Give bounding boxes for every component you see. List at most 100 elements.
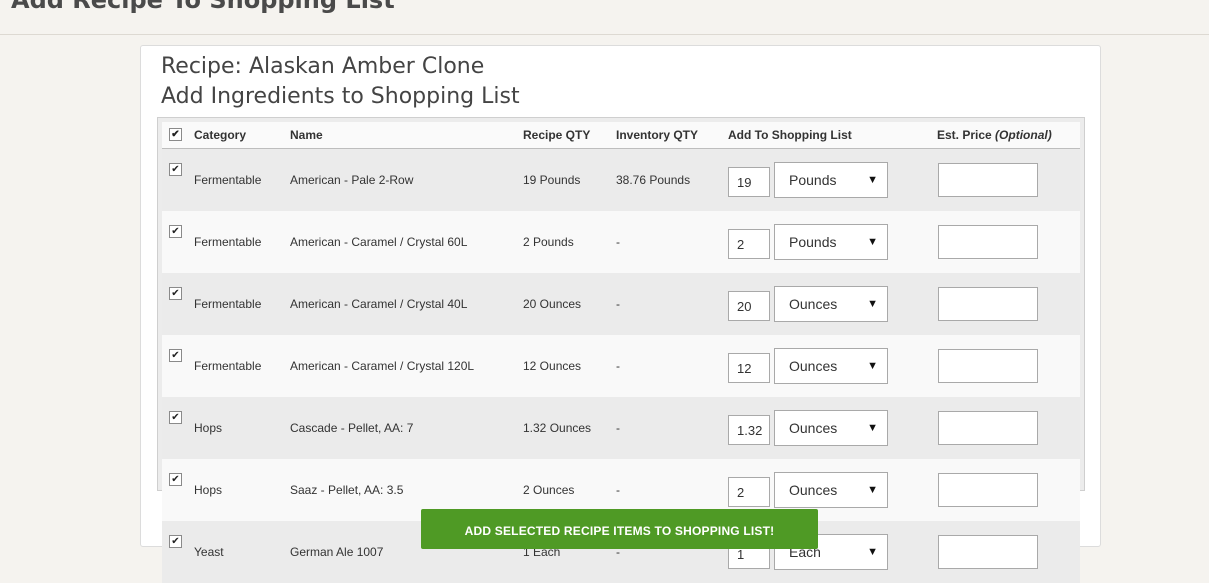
dropdown-arrow-icon: ▼ [867,546,878,558]
unit-select[interactable]: Ounces ▼ [774,348,888,384]
cell-category: Fermentable [194,335,290,397]
cell-name: American - Pale 2-Row [290,148,523,211]
table-row: ✔ Hops Cascade - Pellet, AA: 7 1.32 Ounces -… [162,397,1080,459]
row-select-cell[interactable]: ✔ [162,459,194,521]
table-row: ✔ Fermentable American - Pale 2-Row 19 Poun… [162,148,1080,211]
cell-price [937,335,1080,397]
cell-recipe-qty: 2 Pounds [523,211,616,273]
cell-inventory-qty: - [616,211,728,273]
cell-category: Fermentable [194,211,290,273]
cell-price [937,148,1080,211]
select-all-header[interactable]: ✔ [162,122,194,149]
table-row: ✔ Fermentable American - Caramel / Crystal… [162,211,1080,273]
header-recipe-qty: Recipe QTY [523,122,616,149]
cell-inventory-qty: - [616,397,728,459]
price-input[interactable] [938,225,1038,259]
dropdown-arrow-icon: ▼ [867,422,878,434]
price-input[interactable] [938,287,1038,321]
unit-select-value: Ounces [789,296,838,312]
unit-select[interactable]: Ounces ▼ [774,410,888,446]
cell-category: Yeast [194,521,290,583]
unit-select[interactable]: Pounds ▼ [774,224,888,260]
quantity-input[interactable] [728,415,770,445]
title-divider [0,34,1209,35]
unit-select[interactable]: Ounces ▼ [774,286,888,322]
dropdown-arrow-icon: ▼ [867,298,878,310]
header-category: Category [194,122,290,149]
unit-select-value: Ounces [789,420,838,436]
row-checkbox[interactable]: ✔ [169,287,182,300]
cell-category: Fermentable [194,273,290,335]
quantity-input[interactable] [728,229,770,259]
cell-price [937,273,1080,335]
add-to-shopping-list-button[interactable]: ADD SELECTED RECIPE ITEMS TO SHOPPING LI… [421,509,818,549]
quantity-input[interactable] [728,291,770,321]
cell-category: Fermentable [194,148,290,211]
row-checkbox[interactable]: ✔ [169,411,182,424]
quantity-input[interactable] [728,477,770,507]
unit-select-value: Ounces [789,482,838,498]
row-select-cell[interactable]: ✔ [162,521,194,583]
row-checkbox[interactable]: ✔ [169,349,182,362]
row-checkbox[interactable]: ✔ [169,535,182,548]
unit-select-value: Ounces [789,358,838,374]
price-input[interactable] [938,349,1038,383]
cell-name: Cascade - Pellet, AA: 7 [290,397,523,459]
cell-add-to-list: Pounds ▼ [728,148,937,211]
header-add-to-list: Add To Shopping List [728,122,937,149]
recipe-card: Recipe: Alaskan Amber Clone Add Ingredie… [140,45,1101,583]
row-select-cell[interactable]: ✔ [162,273,194,335]
select-all-checkbox[interactable]: ✔ [169,127,182,141]
unit-select[interactable]: Pounds ▼ [774,162,888,198]
quantity-input[interactable] [728,353,770,383]
unit-select[interactable]: Ounces ▼ [774,472,888,508]
price-input[interactable] [938,163,1038,197]
row-select-cell[interactable]: ✔ [162,335,194,397]
recipe-subheading: Add Ingredients to Shopping List [161,84,520,109]
header-name: Name [290,122,523,149]
cell-category: Hops [194,459,290,521]
table-row: ✔ Fermentable American - Caramel / Crystal… [162,335,1080,397]
dropdown-arrow-icon: ▼ [867,174,878,186]
cell-recipe-qty: 20 Ounces [523,273,616,335]
dropdown-arrow-icon: ▼ [867,236,878,248]
cell-recipe-qty: 1.32 Ounces [523,397,616,459]
price-input[interactable] [938,411,1038,445]
cell-add-to-list: Ounces ▼ [728,397,937,459]
unit-select-value: Pounds [789,172,837,188]
row-checkbox[interactable]: ✔ [169,473,182,486]
cell-name: American - Caramel / Crystal 120L [290,335,523,397]
cell-inventory-qty: - [616,273,728,335]
dropdown-arrow-icon: ▼ [867,484,878,496]
row-checkbox[interactable]: ✔ [169,163,182,176]
header-inventory-qty: Inventory QTY [616,122,728,149]
ingredients-table-container: ✔ Category Name Recipe QTY Inventory QTY… [157,117,1085,583]
row-select-cell[interactable]: ✔ [162,211,194,273]
cell-add-to-list: Pounds ▼ [728,211,937,273]
quantity-input[interactable] [728,167,770,197]
table-row: ✔ Fermentable American - Caramel / Crystal… [162,273,1080,335]
cell-price [937,521,1080,583]
cell-inventory-qty: - [616,335,728,397]
recipe-heading: Recipe: Alaskan Amber Clone [161,54,485,79]
cell-price [937,211,1080,273]
cell-name: American - Caramel / Crystal 60L [290,211,523,273]
price-input[interactable] [938,535,1038,569]
dropdown-arrow-icon: ▼ [867,360,878,372]
cell-category: Hops [194,397,290,459]
unit-select-value: Pounds [789,234,837,250]
cell-price [937,459,1080,521]
row-select-cell[interactable]: ✔ [162,397,194,459]
cell-name: American - Caramel / Crystal 40L [290,273,523,335]
page-title: Add Recipe To Shopping List [11,0,395,14]
cell-recipe-qty: 12 Ounces [523,335,616,397]
row-select-cell[interactable]: ✔ [162,148,194,211]
row-checkbox[interactable]: ✔ [169,225,182,238]
cell-add-to-list: Ounces ▼ [728,273,937,335]
table-header-row: ✔ Category Name Recipe QTY Inventory QTY… [162,122,1080,149]
header-price-note: (Optional) [995,128,1052,142]
price-input[interactable] [938,473,1038,507]
header-price-label: Est. Price [937,128,992,142]
header-price: Est. Price (Optional) [937,122,1080,149]
cell-recipe-qty: 19 Pounds [523,148,616,211]
